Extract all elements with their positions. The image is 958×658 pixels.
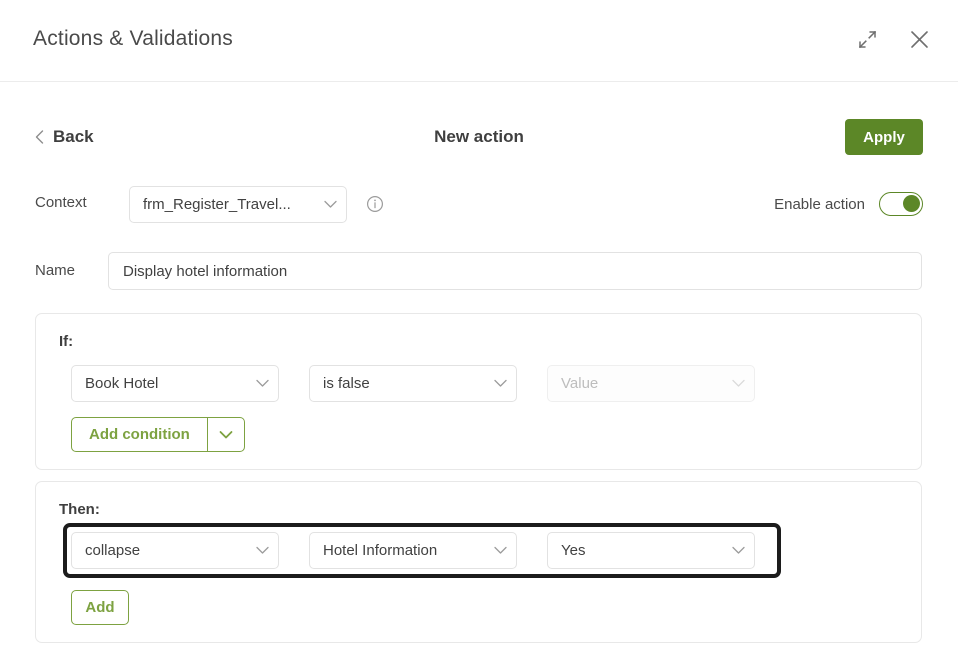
info-icon[interactable] (366, 195, 384, 213)
if-operator-value: is false (323, 375, 370, 392)
dialog-titlebar: Actions & Validations (0, 0, 958, 82)
if-value-select[interactable]: Value (547, 365, 755, 402)
add-action-button[interactable]: Add (71, 590, 129, 625)
apply-button[interactable]: Apply (845, 119, 923, 155)
name-label: Name (35, 262, 76, 279)
enable-action-toggle[interactable] (879, 192, 923, 216)
then-operation-select[interactable]: collapse (71, 532, 279, 569)
chevron-down-icon (732, 379, 745, 388)
if-operator-select[interactable]: is false (309, 365, 517, 402)
then-action-row: collapse Hotel Information Yes (36, 532, 921, 569)
name-row: Name (0, 252, 958, 290)
back-button[interactable]: Back (35, 118, 94, 156)
if-field-select[interactable]: Book Hotel (71, 365, 279, 402)
close-icon[interactable] (906, 26, 932, 52)
expand-arrows-icon[interactable] (854, 26, 880, 52)
then-target-value: Hotel Information (323, 542, 438, 559)
add-condition-split-button[interactable]: Add condition (71, 417, 245, 452)
then-action-card: Then: collapse Hotel Information Yes Add (35, 481, 922, 643)
chevron-down-icon[interactable] (206, 418, 244, 451)
if-value-placeholder: Value (561, 375, 599, 392)
page-title: New action (0, 118, 958, 156)
chevron-down-icon (256, 546, 269, 555)
chevron-down-icon (324, 200, 337, 209)
context-label: Context (35, 194, 87, 211)
if-condition-row: Book Hotel is false Value (36, 365, 921, 402)
if-heading: If: (59, 333, 74, 350)
if-condition-card: If: Book Hotel is false Value Add condit… (35, 313, 922, 470)
then-value-value: Yes (561, 542, 586, 559)
dialog-content: Back New action Apply Context frm_Regist… (0, 82, 958, 658)
then-operation-value: collapse (85, 542, 141, 559)
chevron-down-icon (256, 379, 269, 388)
then-target-select[interactable]: Hotel Information (309, 532, 517, 569)
titlebar-actions (854, 26, 932, 52)
enable-action-group: Enable action (774, 186, 923, 222)
add-condition-label: Add condition (89, 426, 190, 443)
actions-validations-dialog: Actions & Validations Back New action Ap… (0, 0, 958, 658)
page-title-text: New action (434, 127, 524, 146)
context-select[interactable]: frm_Register_Travel... (129, 186, 347, 223)
action-nav-row: Back New action Apply (0, 118, 958, 156)
chevron-down-icon (494, 546, 507, 555)
if-field-value: Book Hotel (85, 375, 159, 392)
toggle-knob (903, 195, 920, 212)
chevron-down-icon (732, 546, 745, 555)
enable-action-label: Enable action (774, 195, 865, 213)
then-heading: Then: (59, 501, 100, 518)
then-value-select[interactable]: Yes (547, 532, 755, 569)
back-label: Back (53, 127, 94, 146)
chevron-down-icon (494, 379, 507, 388)
context-row: Context frm_Register_Travel... Enable ac… (0, 186, 958, 223)
context-select-value: frm_Register_Travel... (143, 196, 291, 213)
chevron-left-icon (35, 130, 44, 144)
dialog-title: Actions & Validations (33, 27, 233, 50)
name-input[interactable] (108, 252, 922, 290)
